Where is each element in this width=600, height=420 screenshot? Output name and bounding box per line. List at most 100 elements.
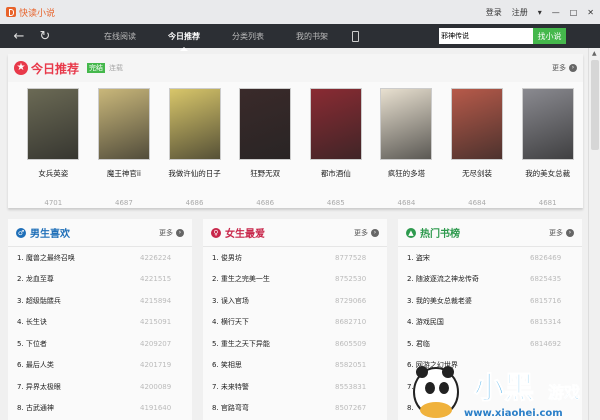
book-name[interactable]: 3. 误入官场 — [212, 296, 249, 306]
scrollbar[interactable]: ▲ — [588, 48, 600, 420]
book-cover[interactable] — [239, 88, 292, 160]
list-item[interactable]: 4. 横行天下 8682710 — [203, 312, 387, 334]
book-name[interactable]: 7. 异界太极眼 — [17, 382, 61, 392]
book-title[interactable]: 狂野无双 — [230, 168, 301, 179]
list-item[interactable]: 1. 盗宋 6826469 — [398, 247, 582, 269]
book-cover[interactable] — [168, 88, 221, 160]
tab-online-reading[interactable]: 在线阅读 — [88, 31, 152, 42]
book-title[interactable]: 魔王神官ii — [89, 168, 160, 179]
list-item[interactable]: 7. 山里的科技 — [398, 376, 582, 398]
list-item[interactable]: 1. 俊男坊 8777528 — [203, 247, 387, 269]
book-name[interactable]: 8. 官路弯弯 — [212, 403, 249, 413]
book-name[interactable]: 5. 下位者 — [17, 339, 47, 349]
arrow-right-icon: › — [176, 228, 184, 237]
maximize-icon[interactable]: □ — [570, 8, 578, 17]
book-title[interactable]: 无尽剑装 — [442, 168, 513, 179]
book-name[interactable]: 8. — [407, 404, 414, 412]
list-item[interactable]: 8. 官路弯弯 8507267 — [203, 398, 387, 420]
list-item[interactable]: 4. 长生诀 4215091 — [8, 312, 192, 334]
scroll-up-icon[interactable]: ▲ — [592, 50, 597, 57]
book-name[interactable]: 5. 重生之天下异能 — [212, 339, 270, 349]
register-link[interactable]: 注册 — [512, 7, 528, 18]
more-link[interactable]: 更多 › — [159, 228, 184, 238]
book-card[interactable]: 魔王神官ii 4687 — [89, 82, 160, 207]
book-name[interactable]: 3. 我的美女总裁老婆 — [407, 296, 472, 306]
search-input[interactable] — [439, 28, 533, 44]
list-item[interactable]: 3. 我的美女总裁老婆 6815716 — [398, 290, 582, 312]
book-card[interactable]: 女兵英姿 4701 — [18, 82, 89, 207]
book-card[interactable]: 无尽剑装 4684 — [442, 82, 513, 207]
book-name[interactable]: 6. 笑相思 — [212, 360, 242, 370]
more-link[interactable]: 更多 › — [552, 63, 577, 73]
tab-serializing[interactable]: 连载 — [109, 63, 123, 73]
book-name[interactable]: 4. 横行天下 — [212, 317, 249, 327]
book-cover[interactable] — [97, 88, 150, 160]
list-item[interactable]: 3. 误入官场 8729066 — [203, 290, 387, 312]
list-item[interactable]: 4. 游戏民国 6815314 — [398, 312, 582, 334]
book-value: 6815314 — [530, 318, 562, 327]
list-item[interactable]: 2. 随波逐流之神龙传奇 6825435 — [398, 269, 582, 291]
book-name[interactable]: 2. 随波逐流之神龙传奇 — [407, 274, 479, 284]
book-card[interactable]: 狂野无双 4686 — [230, 82, 301, 207]
book-cover[interactable] — [309, 88, 362, 160]
list-item[interactable]: 2. 重生之完美一生 8752530 — [203, 269, 387, 291]
book-card[interactable]: 都市酒仙 4685 — [301, 82, 372, 207]
book-title[interactable]: 都市酒仙 — [301, 168, 372, 179]
category-icon: ▲ — [406, 227, 416, 238]
list-item[interactable]: 6. 笑相思 8582051 — [203, 355, 387, 377]
mobile-icon[interactable] — [352, 30, 359, 42]
back-icon[interactable]: ← — [12, 29, 26, 44]
book-name[interactable]: 7. 未来特警 — [212, 382, 249, 392]
book-name[interactable]: 1. 盗宋 — [407, 253, 430, 263]
book-name[interactable]: 6. 最后人类 — [17, 360, 54, 370]
book-name[interactable]: 1. 魔兽之最终召唤 — [17, 253, 75, 263]
book-name[interactable]: 3. 超级骷髅兵 — [17, 296, 61, 306]
refresh-icon[interactable]: ↻ — [38, 29, 52, 44]
login-link[interactable]: 登录 — [486, 7, 502, 18]
list-item[interactable]: 8. — [398, 398, 582, 420]
close-icon[interactable]: ✕ — [587, 8, 594, 17]
book-name[interactable]: 7. 山里的科技 — [407, 382, 451, 392]
book-title[interactable]: 女兵英姿 — [18, 168, 89, 179]
minimize-icon[interactable]: — — [552, 8, 560, 17]
book-cover[interactable] — [380, 88, 433, 160]
book-title[interactable]: 我做许仙的日子 — [159, 168, 230, 179]
tab-today-recommend[interactable]: 今日推荐 — [152, 31, 216, 51]
list-item[interactable]: 5. 下位者 4209207 — [8, 333, 192, 355]
list-item[interactable]: 7. 未来特警 8553831 — [203, 376, 387, 398]
list-item[interactable]: 6. 最后人类 4201719 — [8, 355, 192, 377]
list-item[interactable]: 5. 重生之天下异能 8605509 — [203, 333, 387, 355]
book-name[interactable]: 4. 游戏民国 — [407, 317, 444, 327]
book-name[interactable]: 2. 龙血至尊 — [17, 274, 54, 284]
book-card[interactable]: 我做许仙的日子 4686 — [159, 82, 230, 207]
book-name[interactable]: 5. 君临 — [407, 339, 430, 349]
list-item[interactable]: 3. 超级骷髅兵 4215894 — [8, 290, 192, 312]
book-cover[interactable] — [521, 88, 574, 160]
tab-bookshelf[interactable]: 我的书架 — [280, 31, 344, 42]
book-cover[interactable] — [451, 88, 504, 160]
book-cover[interactable] — [27, 88, 80, 160]
book-name[interactable]: 8. 古武通神 — [17, 403, 54, 413]
list-item[interactable]: 5. 君临 6814692 — [398, 333, 582, 355]
book-card[interactable]: 我的美女总裁 4681 — [512, 82, 583, 207]
book-value: 8582051 — [335, 361, 367, 370]
book-title[interactable]: 我的美女总裁 — [512, 168, 583, 179]
search-button[interactable]: 找小说 — [533, 28, 566, 44]
tab-completed[interactable]: 完结 — [87, 63, 106, 73]
list-item[interactable]: 8. 古武通神 4191640 — [8, 398, 192, 420]
book-card[interactable]: 疯狂的多塔 4684 — [371, 82, 442, 207]
book-title[interactable]: 疯狂的多塔 — [371, 168, 442, 179]
list-item[interactable]: 7. 异界太极眼 4200089 — [8, 376, 192, 398]
book-name[interactable]: 4. 长生诀 — [17, 317, 47, 327]
list-item[interactable]: 1. 魔兽之最终召唤 4226224 — [8, 247, 192, 269]
list-item[interactable]: 2. 龙血至尊 4221515 — [8, 269, 192, 291]
tab-categories[interactable]: 分类列表 — [216, 31, 280, 42]
more-link[interactable]: 更多 › — [354, 228, 379, 238]
book-name[interactable]: 6. 网游之幻世界 — [407, 360, 458, 370]
scrollbar-thumb[interactable] — [591, 60, 599, 150]
more-link[interactable]: 更多 › — [549, 228, 574, 238]
book-name[interactable]: 1. 俊男坊 — [212, 253, 242, 263]
list-item[interactable]: 6. 网游之幻世界 — [398, 355, 582, 377]
menu-icon[interactable]: ▾ — [538, 8, 542, 17]
book-name[interactable]: 2. 重生之完美一生 — [212, 274, 270, 284]
